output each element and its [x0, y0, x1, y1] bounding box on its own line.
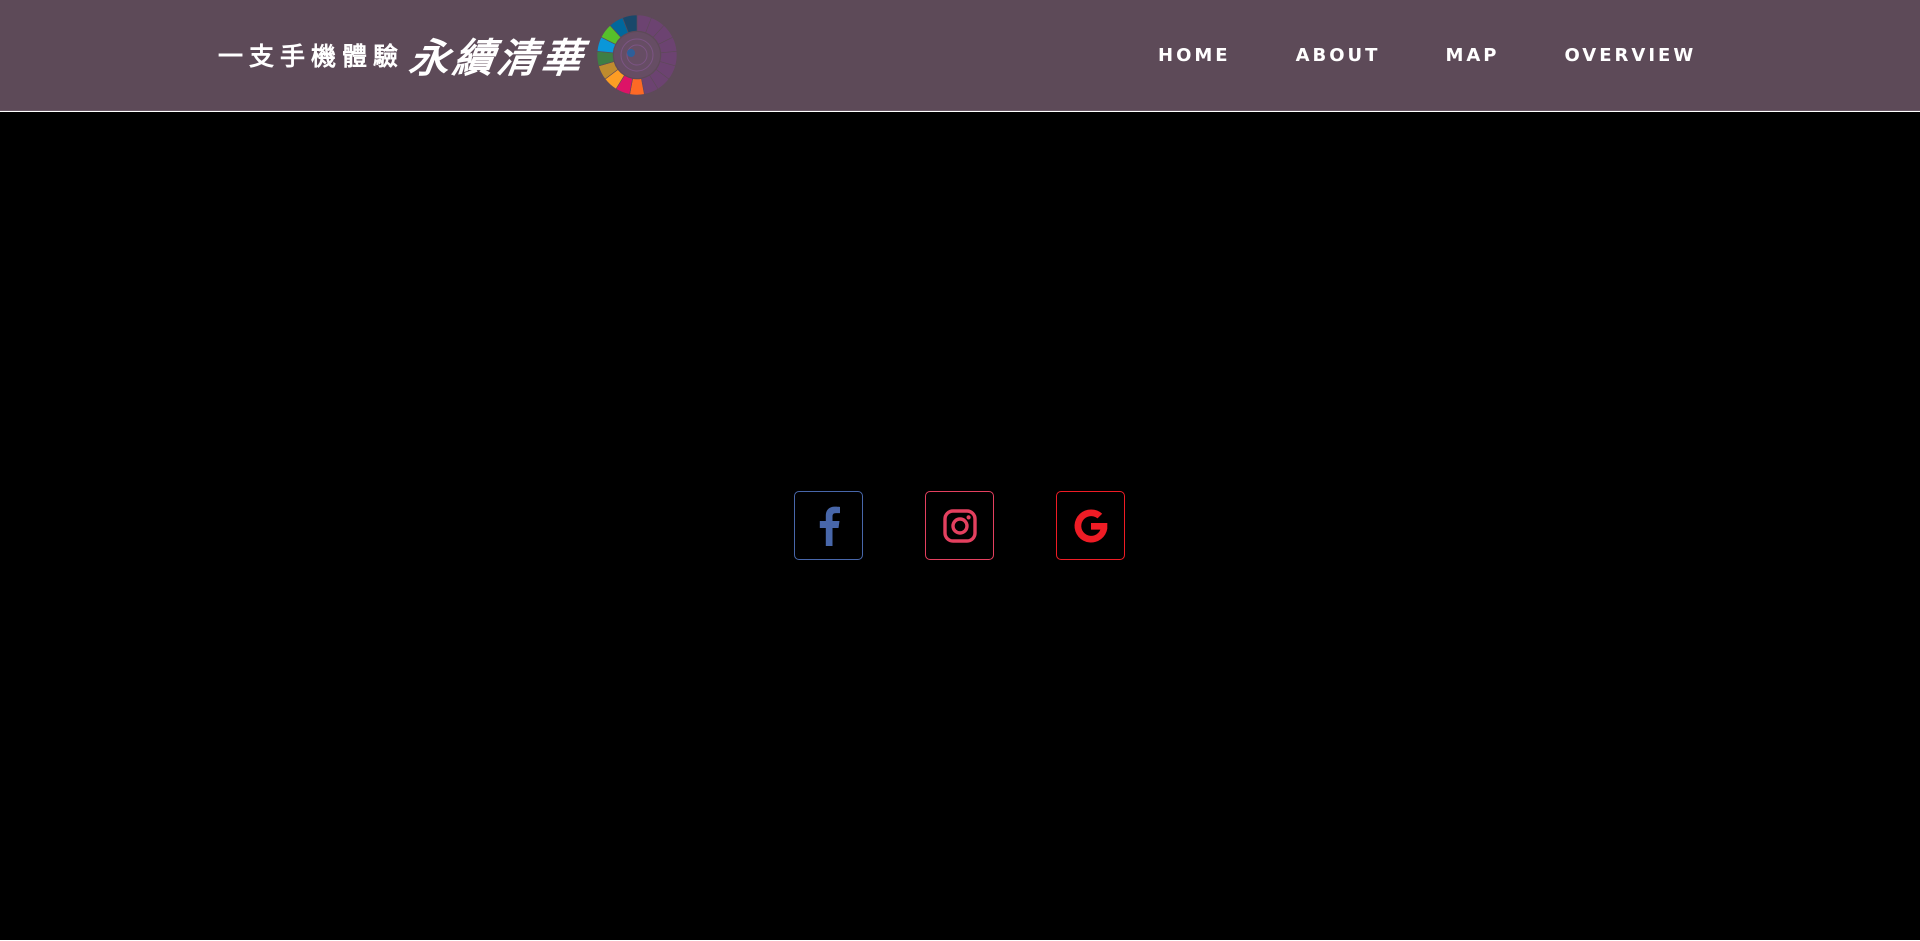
page: 一支手機體驗 永續清華 HOME ABOUT MAP OVERVIEW: [0, 0, 1920, 941]
sdg-wheel-icon: [596, 14, 678, 96]
nav-home[interactable]: HOME: [1134, 35, 1255, 76]
main-nav: HOME ABOUT MAP OVERVIEW: [1134, 0, 1720, 111]
main-content: [0, 112, 1920, 940]
facebook-icon: [819, 506, 840, 546]
nav-about[interactable]: ABOUT: [1272, 35, 1405, 76]
nav-overview[interactable]: OVERVIEW: [1540, 35, 1720, 76]
social-links: [794, 491, 1125, 560]
google-icon: [1074, 508, 1107, 542]
nav-map[interactable]: MAP: [1421, 35, 1523, 76]
logo-tagline: 一支手機體驗: [218, 42, 405, 71]
logo-title: 永續清華: [406, 36, 589, 82]
site-logo[interactable]: 一支手機體驗 永續清華: [218, 14, 678, 96]
instagram-icon: [942, 508, 977, 543]
site-header: 一支手機體驗 永續清華 HOME ABOUT MAP OVERVIEW: [0, 0, 1920, 111]
google-button[interactable]: [1056, 491, 1125, 560]
facebook-button[interactable]: [794, 491, 863, 560]
instagram-button[interactable]: [925, 491, 994, 560]
